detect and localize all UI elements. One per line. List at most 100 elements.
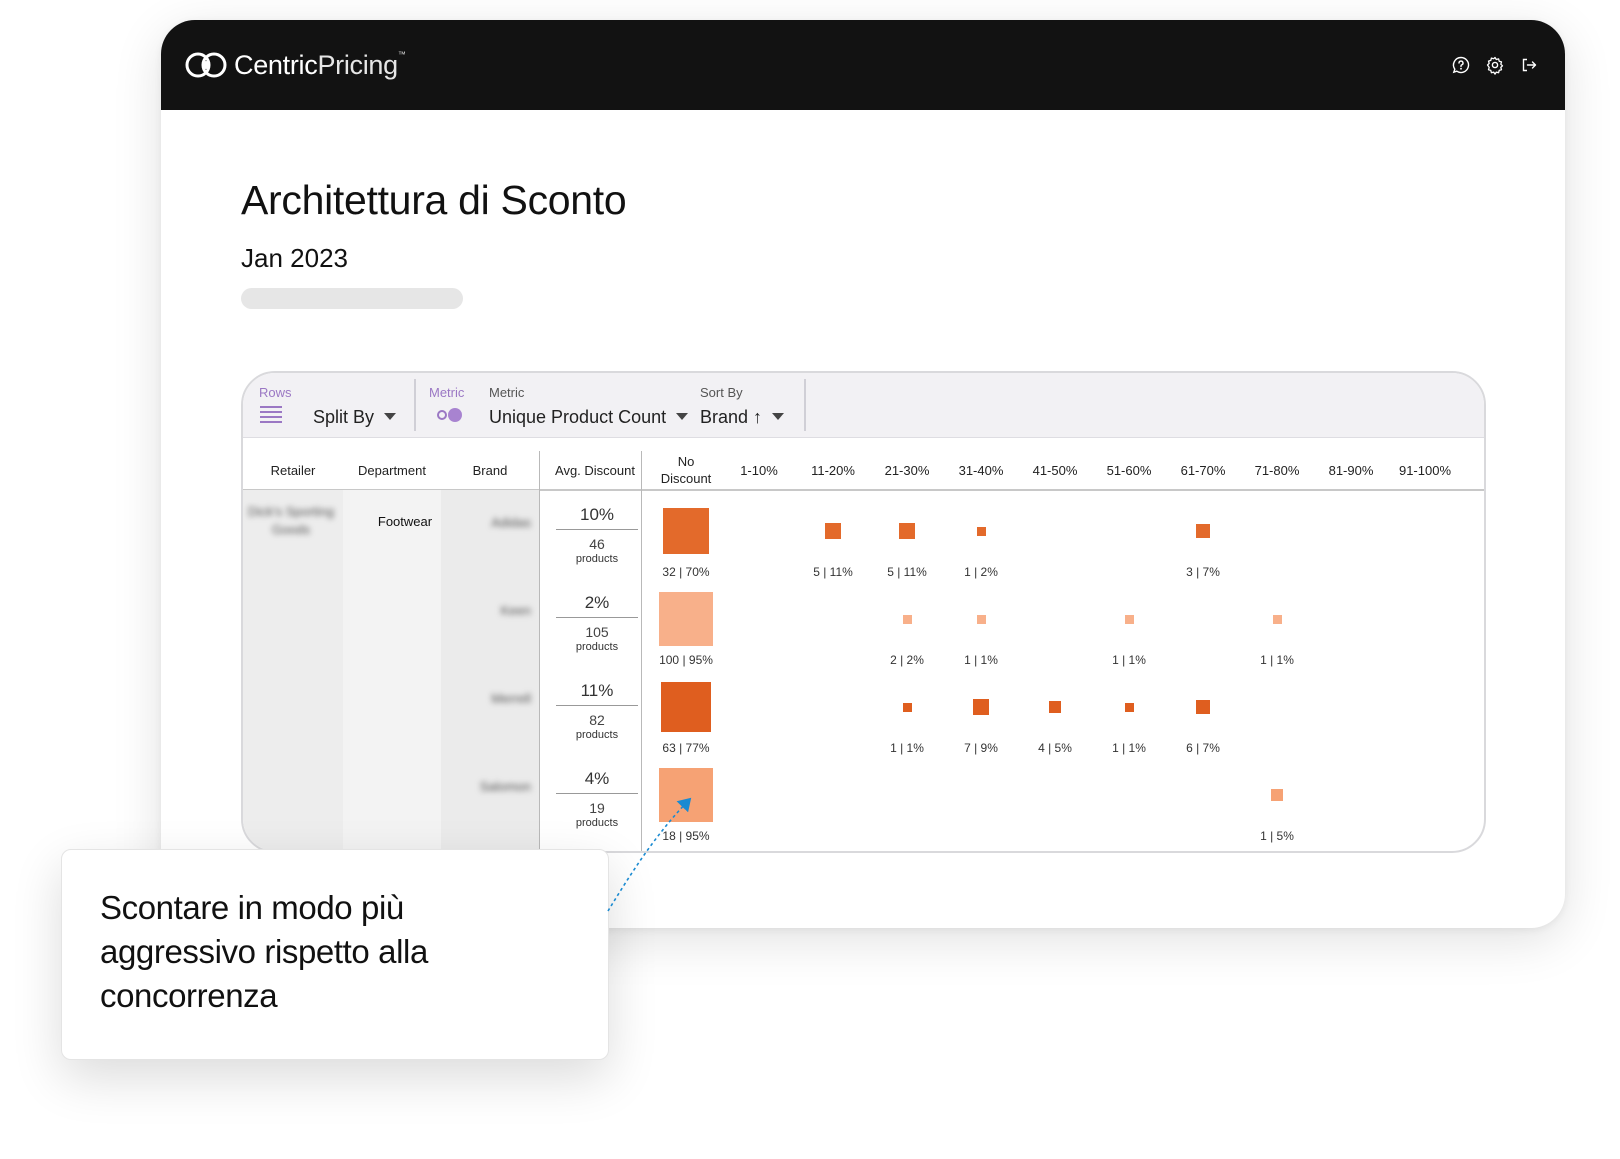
col-header-bucket[interactable]: 21-30% <box>870 451 944 489</box>
avg-divider <box>556 617 638 618</box>
help-icon[interactable] <box>1451 55 1471 75</box>
discount-square[interactable] <box>973 699 989 715</box>
chevron-down-icon <box>676 412 689 420</box>
discount-cell-label: 18 | 95% <box>662 829 710 843</box>
page-subtitle: Jan 2023 <box>241 243 348 273</box>
brand-cell: Salomon <box>479 779 531 794</box>
avg-discount-cell: 2% 105 products <box>552 591 642 654</box>
avg-discount-value: 2% <box>584 593 610 612</box>
discount-cell-label: 5 | 11% <box>813 565 853 579</box>
col-header-bucket[interactable]: 81-90% <box>1314 451 1388 489</box>
discount-square[interactable] <box>1049 701 1061 713</box>
avg-divider <box>556 529 638 530</box>
brand-cell: Merrell <box>491 691 531 706</box>
toolbar-divider <box>804 379 806 431</box>
discount-square[interactable] <box>902 702 912 712</box>
discount-square[interactable] <box>976 526 986 536</box>
avg-discount-cell: 4% 19 products <box>552 767 642 830</box>
metric-toggle-control[interactable]: Metric <box>417 373 487 437</box>
app-window: CentricPricing™ Architettura di Sconto J… <box>161 20 1565 928</box>
discount-square[interactable] <box>976 614 986 624</box>
discount-square[interactable] <box>1196 524 1210 538</box>
col-header-bucket[interactable]: 61-70% <box>1166 451 1240 489</box>
discount-square[interactable] <box>658 767 714 823</box>
discount-cell-label: 1 | 1% <box>1112 741 1146 755</box>
sort-selector[interactable]: Sort By Brand ↑ <box>700 373 800 437</box>
brand-column <box>441 490 539 851</box>
avg-discount-value: 11% <box>580 681 614 700</box>
top-icons <box>1451 55 1539 75</box>
discount-square[interactable] <box>1271 789 1283 801</box>
discount-square[interactable] <box>662 507 710 555</box>
chevron-down-icon <box>384 412 397 420</box>
rows-split-by-control[interactable]: Rows Split By <box>243 373 413 437</box>
toggle-icon[interactable] <box>435 405 465 425</box>
logo-mark-icon <box>185 52 227 78</box>
department-column <box>343 490 441 851</box>
logo-text-light: Pricing <box>317 49 398 80</box>
gear-icon[interactable] <box>1485 55 1505 75</box>
discount-cell-label: 1 | 1% <box>890 741 924 755</box>
discount-square[interactable] <box>1196 700 1210 714</box>
discount-architecture-panel: Rows Split By Metric Metric Unique Produ… <box>241 371 1486 853</box>
discount-square[interactable] <box>898 522 916 540</box>
discount-cell-label: 6 | 7% <box>1186 741 1220 755</box>
logo-text: CentricPricing™ <box>234 50 406 81</box>
col-header-retailer[interactable]: Retailer <box>243 451 343 489</box>
col-header-bucket[interactable]: 31-40% <box>944 451 1018 489</box>
sort-label: Sort By <box>700 385 743 400</box>
metric-label: Metric <box>489 385 525 400</box>
centric-pricing-logo[interactable]: CentricPricing™ <box>184 48 406 82</box>
metric-selector[interactable]: Metric Unique Product Count <box>489 373 689 437</box>
top-bar: CentricPricing™ <box>161 20 1565 110</box>
discount-cell-label: 7 | 9% <box>964 741 998 755</box>
split-by-dropdown[interactable]: Split By <box>313 407 397 428</box>
col-header-bucket[interactable]: 91-100% <box>1388 451 1462 489</box>
discount-cell-label: 3 | 7% <box>1186 565 1220 579</box>
col-header-department[interactable]: Department <box>343 451 441 489</box>
col-header-bucket[interactable]: 51-60% <box>1092 451 1166 489</box>
col-header-bucket[interactable]: No Discount <box>653 451 719 489</box>
discount-square[interactable] <box>658 591 714 647</box>
discount-cell-label: 1 | 1% <box>1112 653 1146 667</box>
rows-label: Rows <box>259 385 292 400</box>
discount-cell-label: 5 | 11% <box>887 565 927 579</box>
product-count: 105 <box>585 624 609 640</box>
avg-divider <box>556 793 638 794</box>
col-header-bucket[interactable]: 71-80% <box>1240 451 1314 489</box>
metric-toggle-label: Metric <box>429 385 465 400</box>
col-header-brand[interactable]: Brand <box>441 451 539 489</box>
product-count: 46 <box>589 536 605 552</box>
discount-cell-label: 2 | 2% <box>890 653 924 667</box>
discount-square[interactable] <box>902 614 912 624</box>
department-cell: Footwear <box>377 514 433 529</box>
product-count: 82 <box>589 712 605 728</box>
discount-cell-label: 1 | 1% <box>1260 653 1294 667</box>
retailer-cell: Dick's Sporting Goods <box>247 504 335 537</box>
divider <box>539 451 540 851</box>
rows-menu-icon <box>260 406 282 424</box>
discount-square[interactable] <box>1272 614 1282 624</box>
retailer-column <box>243 490 343 851</box>
discount-square[interactable] <box>661 682 711 732</box>
col-header-bucket[interactable]: 1-10% <box>722 451 796 489</box>
discount-cell-label: 1 | 2% <box>964 565 998 579</box>
product-count-label: products <box>575 553 619 565</box>
discount-square[interactable] <box>1124 702 1134 712</box>
col-header-bucket[interactable]: 11-20% <box>796 451 870 489</box>
logout-icon[interactable] <box>1519 55 1539 75</box>
col-header-avg-discount[interactable]: Avg. Discount <box>540 451 650 489</box>
loading-placeholder <box>241 288 463 309</box>
discount-square[interactable] <box>824 522 842 540</box>
avg-discount-cell: 11% 82 products <box>552 679 642 742</box>
sort-dropdown[interactable]: Brand ↑ <box>700 407 785 428</box>
col-header-bucket[interactable]: 41-50% <box>1018 451 1092 489</box>
discount-cell-label: 63 | 77% <box>662 741 710 755</box>
callout-card: Scontare in modo più aggressivo rispetto… <box>61 849 609 1060</box>
chevron-down-icon <box>772 412 785 420</box>
discount-square[interactable] <box>1124 614 1134 624</box>
logo-trademark: ™ <box>397 49 406 59</box>
discount-cell-label: 1 | 1% <box>964 653 998 667</box>
sort-value: Brand ↑ <box>700 407 763 427</box>
metric-dropdown[interactable]: Unique Product Count <box>489 407 689 428</box>
